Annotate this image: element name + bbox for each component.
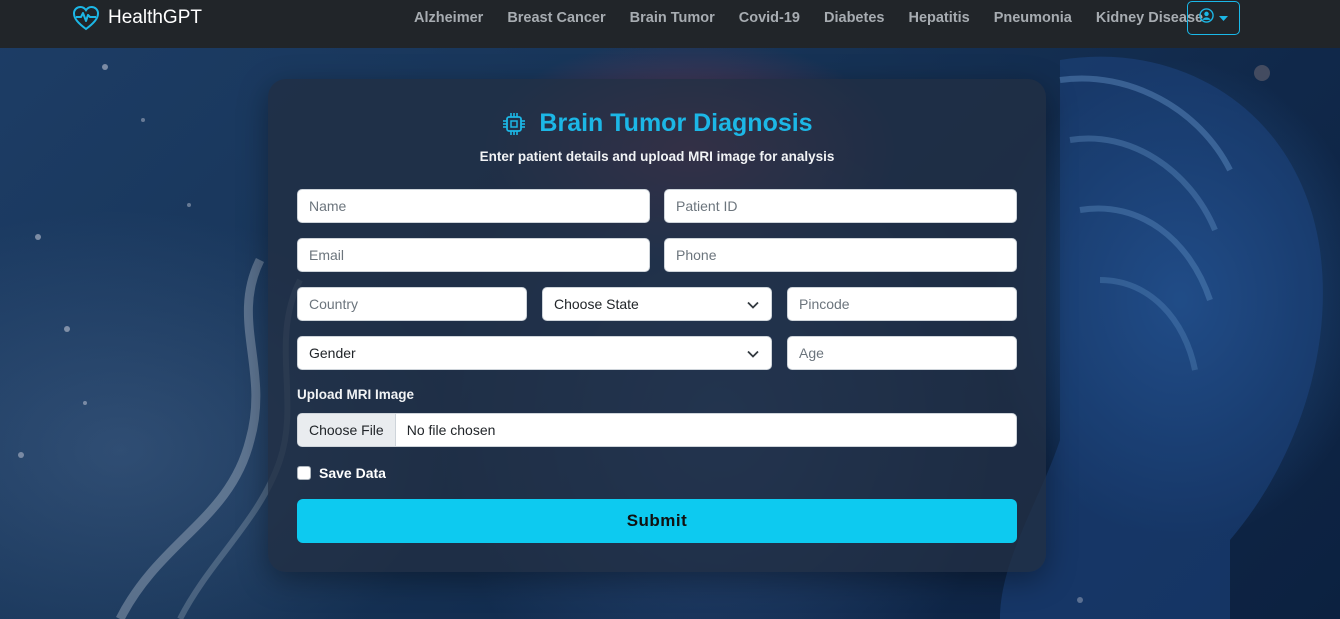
pincode-input[interactable] (787, 287, 1017, 321)
state-select-value: Choose State (554, 296, 639, 312)
brand-link[interactable]: HealthGPT (72, 4, 202, 32)
save-data-label[interactable]: Save Data (319, 465, 386, 481)
chevron-down-icon (747, 345, 759, 361)
nav-link-brain-tumor[interactable]: Brain Tumor (618, 10, 727, 26)
page-subtitle: Enter patient details and upload MRI ima… (479, 149, 835, 164)
nav-link-breast-cancer[interactable]: Breast Cancer (495, 10, 617, 26)
chevron-down-icon (747, 296, 759, 312)
form-header: Brain Tumor Diagnosis (268, 109, 1046, 138)
nav-links: Alzheimer Breast Cancer Brain Tumor Covi… (402, 0, 1215, 36)
nav-link-covid-19[interactable]: Covid-19 (727, 10, 812, 26)
submit-button[interactable]: Submit (297, 499, 1017, 543)
user-menu-button[interactable] (1187, 1, 1240, 35)
name-input[interactable] (297, 189, 650, 223)
phone-input[interactable] (664, 238, 1017, 272)
state-select[interactable]: Choose State (542, 287, 772, 321)
nav-link-hepatitis[interactable]: Hepatitis (896, 10, 981, 26)
email-input[interactable] (297, 238, 650, 272)
age-input[interactable] (787, 336, 1017, 370)
gender-select[interactable]: Gender (297, 336, 772, 370)
user-circle-icon (1199, 8, 1214, 28)
upload-mri-label: Upload MRI Image (297, 387, 415, 402)
choose-file-button[interactable]: Choose File (298, 414, 396, 446)
brand-name: HealthGPT (108, 7, 202, 28)
diagnosis-form-card: Brain Tumor Diagnosis Enter patient deta… (268, 79, 1046, 572)
heart-pulse-icon (72, 4, 100, 32)
nav-link-alzheimer[interactable]: Alzheimer (402, 10, 495, 26)
caret-down-icon (1219, 9, 1228, 27)
save-data-checkbox[interactable] (297, 466, 311, 480)
nav-link-diabetes[interactable]: Diabetes (812, 10, 896, 26)
save-data-row: Save Data (297, 465, 386, 481)
patient-id-input[interactable] (664, 189, 1017, 223)
file-status: No file chosen (406, 422, 496, 438)
nav-link-pneumonia[interactable]: Pneumonia (982, 10, 1084, 26)
chip-icon (501, 111, 527, 137)
mri-file-input[interactable]: Choose File No file chosen (297, 413, 1017, 447)
gender-select-value: Gender (309, 345, 356, 361)
top-navbar: HealthGPT Alzheimer Breast Cancer Brain … (0, 0, 1340, 48)
country-input[interactable] (297, 287, 527, 321)
page-title: Brain Tumor Diagnosis (539, 109, 813, 137)
